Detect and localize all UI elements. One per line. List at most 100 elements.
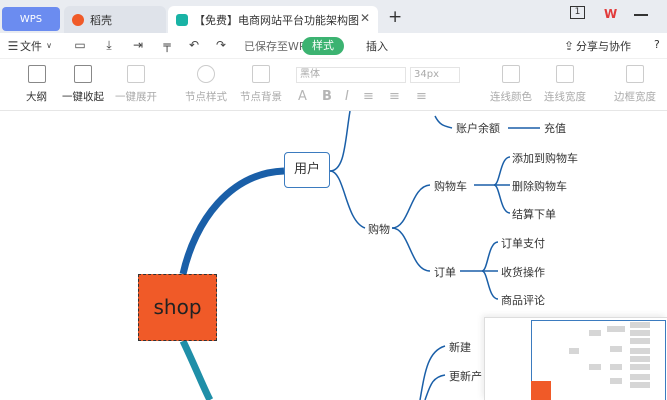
minimap-block bbox=[607, 326, 625, 332]
font-color-icon[interactable]: A bbox=[298, 89, 307, 104]
bold-icon[interactable]: B bbox=[322, 89, 332, 104]
share-icon: ⇪ bbox=[563, 39, 575, 53]
close-tab-icon[interactable]: ✕ bbox=[360, 11, 370, 25]
line-color-icon bbox=[502, 65, 520, 83]
branch-root-lower bbox=[179, 339, 214, 400]
minimap-block bbox=[630, 348, 650, 354]
format-painter-icon[interactable]: ╤ bbox=[160, 38, 174, 52]
minimap-block bbox=[569, 348, 579, 354]
branch-user-upper bbox=[329, 111, 351, 172]
node-update-product[interactable]: 更新产 bbox=[449, 368, 482, 384]
help-button[interactable]: ? bbox=[654, 38, 660, 51]
minimap-block bbox=[630, 374, 650, 380]
expand-all-label: 一键展开 bbox=[115, 91, 157, 103]
share-button[interactable]: ⇪ 分享与协作 bbox=[562, 38, 631, 54]
line-color-label: 连线颜色 bbox=[490, 91, 532, 103]
expand-icon bbox=[127, 65, 145, 83]
align-right-icon[interactable]: ≡ bbox=[416, 89, 427, 104]
minimap-block bbox=[589, 330, 601, 336]
branch-order-pay bbox=[481, 241, 499, 272]
collapse-icon bbox=[74, 65, 92, 83]
tab-wps[interactable]: WPS bbox=[2, 7, 60, 31]
border-width-button[interactable]: 边框宽度 bbox=[614, 65, 656, 104]
node-style-icon bbox=[197, 65, 215, 83]
node-order-pay[interactable]: 订单支付 bbox=[501, 235, 545, 251]
style-toolbar: 大纲 一键收起 一键展开 节点样式 节点背景 黑体 34px A B I ≡ ≡… bbox=[0, 59, 667, 111]
node-recharge[interactable]: 充值 bbox=[544, 120, 566, 136]
new-tab-button[interactable]: + bbox=[388, 7, 402, 27]
window-count-icon[interactable]: 1 bbox=[570, 6, 585, 19]
align-center-icon[interactable]: ≡ bbox=[389, 89, 400, 104]
minimap[interactable] bbox=[484, 317, 667, 400]
minimize-icon[interactable] bbox=[634, 14, 648, 16]
line-width-icon bbox=[556, 65, 574, 83]
tab-daoke[interactable]: 稻壳 bbox=[64, 6, 166, 33]
minimap-root bbox=[531, 381, 551, 400]
tab-insert[interactable]: 插入 bbox=[366, 38, 388, 54]
wps-logo-icon[interactable]: W bbox=[604, 7, 618, 21]
line-color-button[interactable]: 连线颜色 bbox=[490, 65, 532, 104]
file-menu-label: 文件 bbox=[20, 40, 42, 53]
branch-new bbox=[419, 345, 446, 400]
node-user[interactable]: 用户 bbox=[284, 152, 330, 188]
line-width-button[interactable]: 连线宽度 bbox=[544, 65, 586, 104]
branch-add-cart bbox=[493, 156, 511, 186]
hamburger-icon: ☰ bbox=[7, 39, 19, 53]
minimap-block bbox=[630, 364, 650, 370]
branch-review bbox=[481, 270, 499, 300]
align-left-icon[interactable]: ≡ bbox=[363, 89, 374, 104]
outline-button[interactable]: 大纲 bbox=[26, 65, 47, 104]
paint-bucket-icon bbox=[252, 65, 270, 83]
node-order[interactable]: 订单 bbox=[434, 264, 456, 280]
line-width-label: 连线宽度 bbox=[544, 91, 586, 103]
branch-update bbox=[424, 374, 446, 400]
branch-root-user bbox=[179, 167, 285, 275]
tab-wps-label: WPS bbox=[19, 13, 43, 25]
undo-icon[interactable]: ↶ bbox=[187, 38, 201, 52]
tab-style[interactable]: 样式 bbox=[302, 37, 344, 55]
redo-icon[interactable]: ↷ bbox=[214, 38, 228, 52]
title-bar: WPS 稻壳 【免费】电商网站平台功能架构图 ✕ + 1 W bbox=[0, 0, 667, 33]
download-icon[interactable]: ⤓ bbox=[102, 38, 116, 52]
node-receive-goods[interactable]: 收货操作 bbox=[501, 264, 545, 280]
italic-icon[interactable]: I bbox=[345, 89, 349, 104]
expand-all-button[interactable]: 一键展开 bbox=[115, 65, 157, 104]
node-style-button[interactable]: 节点样式 bbox=[185, 65, 227, 104]
branch-checkout bbox=[493, 184, 511, 214]
node-account-balance[interactable]: 账户余额 bbox=[456, 120, 500, 136]
minimap-block bbox=[630, 338, 650, 344]
font-size-select[interactable]: 34px bbox=[410, 67, 460, 83]
save-icon[interactable]: ▭ bbox=[73, 38, 87, 52]
outline-label: 大纲 bbox=[26, 91, 47, 103]
tab-document-label: 【免费】电商网站平台功能架构图 bbox=[194, 13, 359, 27]
export-icon[interactable]: ⇥ bbox=[131, 38, 145, 52]
collapse-all-button[interactable]: 一键收起 bbox=[62, 65, 104, 104]
daoke-icon bbox=[72, 13, 84, 26]
node-product-review[interactable]: 商品评论 bbox=[501, 292, 545, 308]
branch-shopping-order bbox=[391, 227, 431, 272]
node-cart[interactable]: 购物车 bbox=[434, 178, 467, 194]
tab-daoke-label: 稻壳 bbox=[90, 13, 112, 27]
outline-icon bbox=[27, 65, 46, 83]
file-menu-button[interactable]: ☰ 文件 ∨ bbox=[6, 38, 56, 54]
minimap-block bbox=[589, 364, 601, 370]
tab-document[interactable]: 【免费】电商网站平台功能架构图 ✕ bbox=[168, 6, 378, 33]
border-width-label: 边框宽度 bbox=[614, 91, 656, 103]
minimap-block bbox=[610, 346, 622, 352]
font-family-select[interactable]: 黑体 bbox=[296, 67, 406, 83]
share-label: 分享与协作 bbox=[576, 40, 631, 53]
minimap-block bbox=[610, 378, 622, 384]
node-background-label: 节点背景 bbox=[240, 91, 282, 103]
node-background-button[interactable]: 节点背景 bbox=[240, 65, 282, 104]
node-root-shop[interactable]: shop bbox=[138, 274, 217, 341]
node-new[interactable]: 新建 bbox=[449, 339, 471, 355]
node-style-label: 节点样式 bbox=[185, 91, 227, 103]
chevron-down-icon: ∨ bbox=[46, 41, 52, 50]
menu-toolbar: ☰ 文件 ∨ ▭ ⤓ ⇥ ╤ ↶ ↷ 已保存至WPS 样式 插入 ⇪ 分享与协作… bbox=[0, 33, 667, 59]
node-checkout[interactable]: 结算下单 bbox=[512, 206, 556, 222]
app-window: WPS 稻壳 【免费】电商网站平台功能架构图 ✕ + 1 W ☰ 文件 ∨ ▭ … bbox=[0, 0, 667, 400]
node-remove-from-cart[interactable]: 删除购物车 bbox=[512, 178, 567, 194]
node-shopping[interactable]: 购物 bbox=[368, 221, 390, 237]
branch-user-shopping bbox=[329, 170, 366, 229]
node-add-to-cart[interactable]: 添加到购物车 bbox=[512, 150, 578, 166]
